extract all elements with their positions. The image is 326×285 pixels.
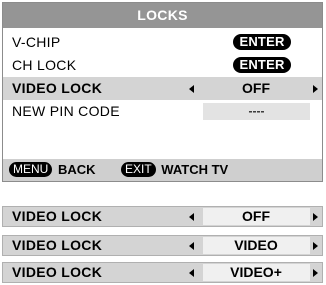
- right-arrow-icon[interactable]: [313, 85, 318, 93]
- enter-button[interactable]: ENTER: [233, 34, 291, 50]
- strip-label: VIDEO LOCK: [12, 264, 103, 280]
- row-label: VIDEO LOCK: [12, 80, 103, 96]
- back-label: BACK: [57, 162, 96, 177]
- menu-footer: MENU BACK EXIT WATCH TV: [3, 159, 322, 181]
- row-label: NEW PIN CODE: [12, 103, 120, 119]
- watch-tv-label: WATCH TV: [161, 162, 229, 177]
- row-label: CH LOCK: [12, 57, 77, 73]
- left-arrow-icon[interactable]: [189, 269, 194, 277]
- selector-value: OFF: [242, 80, 270, 96]
- menu-row-new-pin-code[interactable]: NEW PIN CODE ----: [3, 100, 322, 123]
- row-label: V-CHIP: [12, 34, 61, 50]
- video-lock-selector[interactable]: OFF: [182, 77, 322, 100]
- video-lock-strip-video[interactable]: VIDEO LOCK VIDEO: [2, 235, 323, 256]
- strip-label: VIDEO LOCK: [12, 237, 103, 253]
- strip-selector[interactable]: VIDEO+: [182, 261, 322, 284]
- left-arrow-icon[interactable]: [189, 85, 194, 93]
- locks-menu: LOCKS V-CHIP ENTER CH LOCK ENTER VIDEO L…: [2, 2, 323, 182]
- right-arrow-icon[interactable]: [313, 213, 318, 221]
- menu-row-ch-lock[interactable]: CH LOCK ENTER: [3, 54, 322, 77]
- strip-selector[interactable]: OFF: [182, 205, 322, 228]
- menu-back-hint[interactable]: MENU BACK: [9, 159, 96, 181]
- strip-selector[interactable]: VIDEO: [182, 234, 322, 257]
- menu-title: LOCKS: [3, 3, 322, 28]
- enter-button[interactable]: ENTER: [233, 57, 291, 73]
- strip-label: VIDEO LOCK: [12, 208, 103, 224]
- strip-value: OFF: [242, 208, 270, 224]
- menu-key-badge: MENU: [9, 162, 53, 177]
- strip-value: VIDEO: [234, 237, 278, 253]
- menu-row-v-chip[interactable]: V-CHIP ENTER: [3, 31, 322, 54]
- strip-value: VIDEO+: [230, 264, 282, 280]
- right-arrow-icon[interactable]: [313, 269, 318, 277]
- video-lock-strip-off[interactable]: VIDEO LOCK OFF: [2, 206, 323, 227]
- left-arrow-icon[interactable]: [189, 213, 194, 221]
- right-arrow-icon[interactable]: [313, 242, 318, 250]
- left-arrow-icon[interactable]: [189, 242, 194, 250]
- video-lock-strip-video-plus[interactable]: VIDEO LOCK VIDEO+: [2, 262, 323, 283]
- exit-key-badge: EXIT: [121, 162, 156, 177]
- exit-watch-tv-hint[interactable]: EXIT WATCH TV: [121, 159, 228, 181]
- menu-row-video-lock[interactable]: VIDEO LOCK OFF: [3, 77, 322, 100]
- pin-code-field[interactable]: ----: [203, 103, 310, 120]
